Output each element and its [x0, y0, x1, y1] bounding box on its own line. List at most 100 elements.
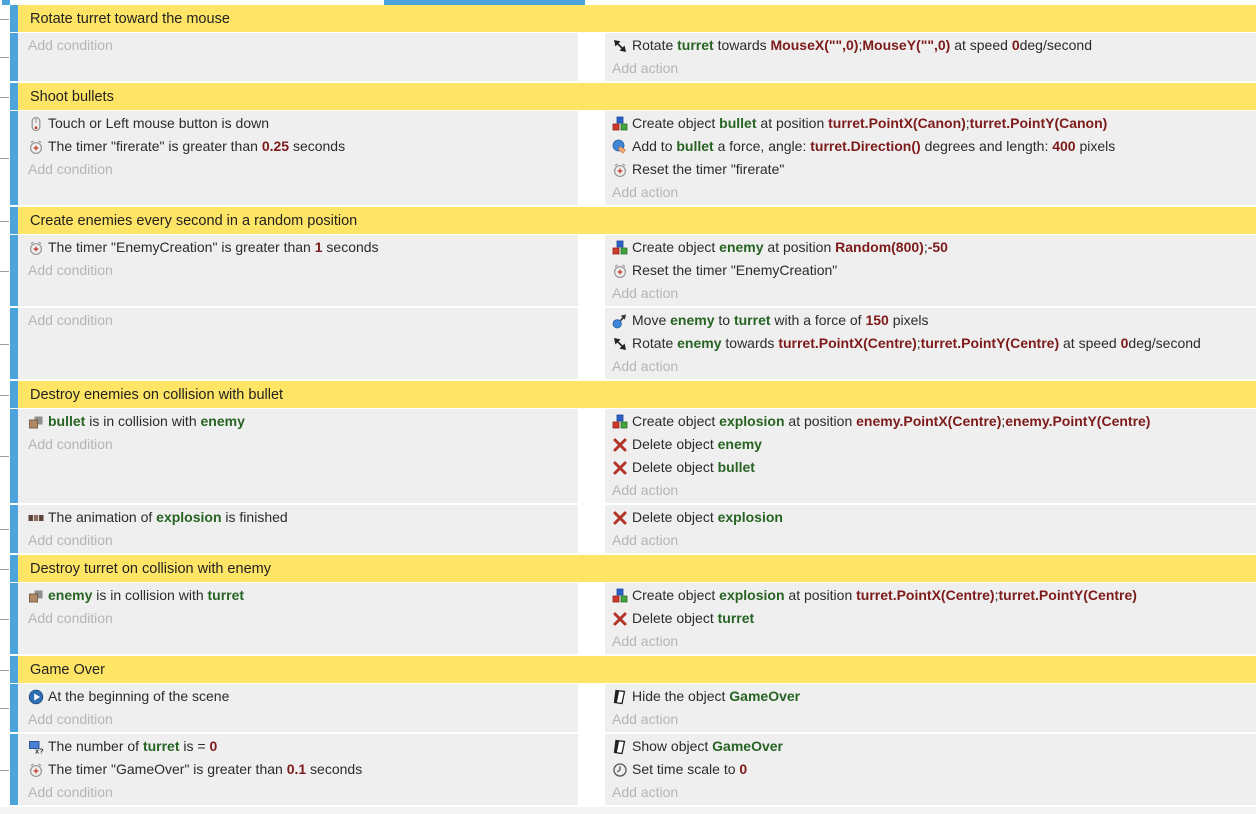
actions-column[interactable]: Create object enemy at position Random(8…	[605, 235, 1256, 306]
actions-column[interactable]: Show object GameOverSet time scale to 0A…	[605, 734, 1256, 805]
selection-bar[interactable]	[10, 5, 18, 32]
add-condition-button[interactable]: Add condition	[28, 158, 578, 181]
comment-event[interactable]: Game Over	[18, 656, 1256, 683]
selection-bar[interactable]	[10, 734, 18, 805]
add-action-button[interactable]: Add action	[612, 781, 1256, 804]
add-condition-button[interactable]: Add condition	[28, 309, 578, 332]
selection-bar[interactable]	[10, 381, 18, 408]
action-row[interactable]: Show object GameOver	[612, 735, 1256, 758]
condition-row[interactable]: The timer "GameOver" is greater than 0.1…	[28, 758, 578, 781]
selection-bar[interactable]	[10, 583, 18, 654]
actions-column[interactable]: Create object bullet at position turret.…	[605, 111, 1256, 205]
action-row[interactable]: Create object enemy at position Random(8…	[612, 236, 1256, 259]
event-gutter[interactable]	[0, 83, 10, 110]
condition-row[interactable]: x?The number of turret is = 0	[28, 735, 578, 758]
action-row[interactable]: Delete object explosion	[612, 506, 1256, 529]
condition-row[interactable]: Touch or Left mouse button is down	[28, 112, 578, 135]
selection-bar[interactable]	[10, 308, 18, 379]
add-action-button[interactable]: Add action	[612, 282, 1256, 305]
action-row[interactable]: Move enemy to turret with a force of 150…	[612, 309, 1256, 332]
action-row[interactable]: Create object explosion at position enem…	[612, 410, 1256, 433]
add-action-button[interactable]: Add action	[612, 630, 1256, 653]
selection-bar[interactable]	[10, 555, 18, 582]
add-condition-button[interactable]: Add condition	[28, 708, 578, 731]
selection-bar[interactable]	[10, 235, 18, 306]
action-row[interactable]: Set time scale to 0	[612, 758, 1256, 781]
actions-column[interactable]: Hide the object GameOverAdd action	[605, 684, 1256, 732]
comment-event[interactable]: Destroy turret on collision with enemy	[18, 555, 1256, 582]
conditions-column[interactable]: The timer "EnemyCreation" is greater tha…	[18, 235, 578, 306]
condition-row[interactable]: enemy is in collision with turret	[28, 584, 578, 607]
action-row[interactable]: Delete object turret	[612, 607, 1256, 630]
add-action-button[interactable]: Add action	[612, 57, 1256, 80]
add-action-button[interactable]: Add action	[612, 708, 1256, 731]
selection-bar[interactable]	[10, 409, 18, 503]
selection-bar[interactable]	[10, 505, 18, 553]
conditions-column[interactable]: bullet is in collision with enemyAdd con…	[18, 409, 578, 503]
condition-row[interactable]: The timer "EnemyCreation" is greater tha…	[28, 236, 578, 259]
add-action-button[interactable]: Add action	[612, 355, 1256, 378]
add-condition-button[interactable]: Add condition	[28, 259, 578, 282]
selection-bar[interactable]	[10, 684, 18, 732]
conditions-column[interactable]: Add condition	[18, 308, 578, 379]
event-gutter[interactable]	[0, 684, 10, 732]
event-gutter[interactable]	[0, 555, 10, 582]
add-action-button[interactable]: Add action	[612, 479, 1256, 502]
conditions-column[interactable]: Touch or Left mouse button is downThe ti…	[18, 111, 578, 205]
conditions-column[interactable]: x?The number of turret is = 0The timer "…	[18, 734, 578, 805]
selection-bar[interactable]	[10, 111, 18, 205]
comment-event[interactable]: Destroy enemies on collision with bullet	[18, 381, 1256, 408]
selection-bar[interactable]	[10, 656, 18, 683]
action-row[interactable]: Rotate enemy towards turret.PointX(Centr…	[612, 332, 1256, 355]
condition-row[interactable]: bullet is in collision with enemy	[28, 410, 578, 433]
action-row[interactable]: Create object bullet at position turret.…	[612, 112, 1256, 135]
add-condition-button[interactable]: Add condition	[28, 34, 578, 57]
event-gutter[interactable]	[0, 409, 10, 503]
conditions-column[interactable]: The animation of explosion is finishedAd…	[18, 505, 578, 553]
event-gutter[interactable]	[0, 207, 10, 234]
comment-event[interactable]: Create enemies every second in a random …	[18, 207, 1256, 234]
event-gutter[interactable]	[0, 33, 10, 81]
action-row[interactable]: Reset the timer "EnemyCreation"	[612, 259, 1256, 282]
conditions-column[interactable]: At the beginning of the sceneAdd conditi…	[18, 684, 578, 732]
event-gutter[interactable]	[0, 235, 10, 306]
event-gutter[interactable]	[0, 656, 10, 683]
add-condition-button[interactable]: Add condition	[28, 433, 578, 456]
add-condition-button[interactable]: Add condition	[28, 529, 578, 552]
action-row[interactable]: Reset the timer "firerate"	[612, 158, 1256, 181]
selection-bar[interactable]	[10, 83, 18, 110]
condition-row[interactable]: The animation of explosion is finished	[28, 506, 578, 529]
selection-bar[interactable]	[10, 33, 18, 81]
event-gutter[interactable]	[0, 583, 10, 654]
comment-event[interactable]: Rotate turret toward the mouse	[18, 5, 1256, 32]
event-gutter[interactable]	[0, 381, 10, 408]
action-row[interactable]: Hide the object GameOver	[612, 685, 1256, 708]
actions-column[interactable]: Create object explosion at position enem…	[605, 409, 1256, 503]
conditions-column[interactable]: Add condition	[18, 33, 578, 81]
action-row[interactable]: Add to bullet a force, angle: turret.Dir…	[612, 135, 1256, 158]
action-row[interactable]: Delete object enemy	[612, 433, 1256, 456]
condition-row[interactable]: At the beginning of the scene	[28, 685, 578, 708]
comment-event[interactable]: Shoot bullets	[18, 83, 1256, 110]
event-gutter[interactable]	[0, 734, 10, 805]
selection-bar[interactable]	[10, 207, 18, 234]
add-action-button[interactable]: Add action	[612, 181, 1256, 204]
event-gutter[interactable]	[0, 111, 10, 205]
event-gutter[interactable]	[0, 505, 10, 553]
action-row[interactable]: Delete object bullet	[612, 456, 1256, 479]
event-gutter[interactable]	[0, 308, 10, 379]
add-condition-button[interactable]: Add condition	[28, 781, 578, 804]
actions-column[interactable]: Create object explosion at position turr…	[605, 583, 1256, 654]
actions-column[interactable]: Rotate turret towards MouseX("",0);Mouse…	[605, 33, 1256, 81]
add-action-button[interactable]: Add action	[612, 529, 1256, 552]
instruction-text: Create object explosion at position turr…	[632, 584, 1137, 607]
action-row[interactable]: Rotate turret towards MouseX("",0);Mouse…	[612, 34, 1256, 57]
event-gutter[interactable]	[0, 5, 10, 32]
instruction-text: The timer "firerate" is greater than 0.2…	[48, 135, 345, 158]
actions-column[interactable]: Move enemy to turret with a force of 150…	[605, 308, 1256, 379]
condition-row[interactable]: The timer "firerate" is greater than 0.2…	[28, 135, 578, 158]
conditions-column[interactable]: enemy is in collision with turretAdd con…	[18, 583, 578, 654]
actions-column[interactable]: Delete object explosionAdd action	[605, 505, 1256, 553]
add-condition-button[interactable]: Add condition	[28, 607, 578, 630]
action-row[interactable]: Create object explosion at position turr…	[612, 584, 1256, 607]
